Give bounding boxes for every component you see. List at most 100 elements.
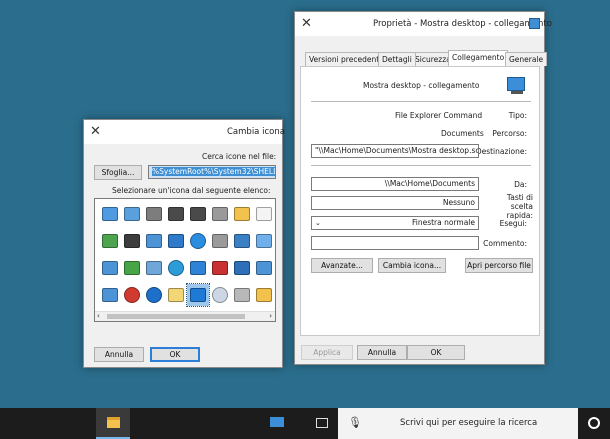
run-select[interactable]: ⌄ Finestra normale xyxy=(311,216,479,230)
cancel-button[interactable]: Annulla xyxy=(357,345,407,360)
delete-drive-icon-glyph xyxy=(212,261,228,275)
advanced-button[interactable]: Avanzate... xyxy=(311,258,373,273)
close-icon[interactable]: ✕ xyxy=(301,17,312,30)
desktop-icon[interactable] xyxy=(186,283,210,307)
folder-icon-glyph xyxy=(256,288,272,302)
globe-icon[interactable] xyxy=(187,230,209,252)
window-icon-glyph xyxy=(256,261,272,275)
arrow-transfer-icon[interactable] xyxy=(121,257,143,279)
shutdown-icon[interactable] xyxy=(121,284,143,306)
blank-file-icon[interactable] xyxy=(253,203,275,225)
scroll-right-icon[interactable]: › xyxy=(269,312,272,320)
printer-icon[interactable] xyxy=(143,203,165,225)
pinned-app-button[interactable] xyxy=(262,408,292,439)
monitor-settings-icon[interactable] xyxy=(121,203,143,225)
apply-button[interactable]: Applica xyxy=(301,345,353,360)
task-view-button[interactable] xyxy=(308,408,336,439)
shortcut-key-field[interactable]: Nessuno xyxy=(311,196,479,210)
window-icon-glyph xyxy=(146,234,162,248)
open-location-button[interactable]: Apri percorso file xyxy=(465,258,533,273)
dialog-window-icon[interactable] xyxy=(253,230,275,252)
dialog-window-icon-glyph xyxy=(256,234,272,248)
app-window-icon[interactable] xyxy=(165,230,187,252)
comment-field[interactable] xyxy=(311,236,479,250)
horizontal-scrollbar[interactable]: ‹ › xyxy=(95,311,275,321)
clock-icon-glyph xyxy=(212,287,228,303)
start-in-field[interactable]: \\Mac\Home\Documents xyxy=(311,177,479,191)
delete-drive-icon[interactable] xyxy=(209,257,231,279)
ok-button[interactable]: OK xyxy=(407,345,465,360)
run-label: Esegui: xyxy=(499,219,527,228)
chip-icon[interactable] xyxy=(165,203,187,225)
ball-icon[interactable] xyxy=(165,257,187,279)
browse-button[interactable]: Sfoglia... xyxy=(94,165,142,180)
tab-generale[interactable]: Generale xyxy=(505,52,548,66)
microphone-icon[interactable]: 🎙︎ xyxy=(348,416,362,429)
ok-button[interactable]: OK xyxy=(150,347,200,362)
search-icon[interactable] xyxy=(143,257,165,279)
network-icon[interactable] xyxy=(187,257,209,279)
shutdown-icon-glyph xyxy=(124,287,140,303)
monitor-settings-icon-glyph xyxy=(124,207,140,221)
chevron-down-icon: ⌄ xyxy=(315,219,321,227)
drive-icon-glyph xyxy=(212,207,228,221)
blank-file-icon-glyph xyxy=(256,207,272,221)
settings-window-icon[interactable] xyxy=(99,203,121,225)
notes-icon[interactable] xyxy=(165,284,187,306)
window-icon[interactable] xyxy=(99,284,121,306)
search-label: Cerca icone nel file: xyxy=(202,152,277,161)
tab-dettagli[interactable]: Dettagli xyxy=(378,52,416,66)
printer-icon-glyph xyxy=(146,207,162,221)
icon-list[interactable]: ‹ › xyxy=(94,198,276,322)
shortcut-key-label: Tasti di scelta rapida: xyxy=(506,193,533,220)
folder-icon xyxy=(107,417,120,428)
clock-icon[interactable] xyxy=(209,284,231,306)
notes-icon-glyph xyxy=(168,288,184,302)
close-icon[interactable]: ✕ xyxy=(90,125,101,138)
chip-icon-glyph xyxy=(168,207,184,221)
globe-icon-glyph xyxy=(190,233,206,249)
window-icon[interactable] xyxy=(99,257,121,279)
file-explorer-taskbar-button[interactable] xyxy=(96,408,130,439)
change-icon-button[interactable]: Cambia icona... xyxy=(378,258,446,273)
desktop-icon xyxy=(507,77,525,91)
window-icon[interactable] xyxy=(143,230,165,252)
tab-collegamento[interactable]: Collegamento xyxy=(448,50,509,67)
location-value: Documents xyxy=(441,129,484,138)
target-field[interactable]: "\\Mac\Home\Documents\Mostra desktop.scf… xyxy=(311,144,479,158)
floppy-icon[interactable] xyxy=(231,257,253,279)
cortana-button[interactable] xyxy=(578,408,610,439)
settings-window-icon-glyph xyxy=(102,207,118,221)
taskbar-search-box[interactable]: 🎙︎ Scrivi qui per eseguire la ricerca xyxy=(338,408,578,439)
dialog-title: Cambia icona xyxy=(227,127,285,137)
start-in-label: Da: xyxy=(514,180,527,189)
icon-file-field[interactable]: %SystemRoot%\System32\SHELL32.dll xyxy=(148,165,276,179)
floppy-icon-glyph xyxy=(234,261,250,275)
pencil-icon[interactable] xyxy=(99,230,121,252)
target-label: Destinazione: xyxy=(475,147,527,156)
drive-icon[interactable] xyxy=(209,203,231,225)
folder-icon[interactable] xyxy=(231,203,253,225)
help-icon[interactable] xyxy=(143,284,165,306)
monitor-icon[interactable] xyxy=(231,230,253,252)
drive-icon[interactable] xyxy=(209,230,231,252)
window-icon[interactable] xyxy=(253,257,275,279)
desktop: { "properties_dialog": { "title": "Propr… xyxy=(0,0,610,439)
optical-drive-icon[interactable] xyxy=(231,284,253,306)
chip-icon[interactable] xyxy=(187,203,209,225)
chip-icon-glyph xyxy=(190,207,206,221)
video-player-icon[interactable] xyxy=(121,230,143,252)
type-value: File Explorer Command xyxy=(395,111,483,120)
cancel-button[interactable]: Annulla xyxy=(94,347,144,362)
scroll-left-icon[interactable]: ‹ xyxy=(97,312,100,320)
dialog-title: Proprietà - Mostra desktop - collegament… xyxy=(373,19,552,29)
network-icon-glyph xyxy=(190,261,206,275)
optical-drive-icon-glyph xyxy=(234,288,250,302)
ball-icon-glyph xyxy=(168,260,184,276)
desktop-icon-stand xyxy=(511,91,523,94)
tab-versioni-precedenti[interactable]: Versioni precedenti xyxy=(305,52,386,66)
change-icon-dialog: ✕ Cambia icona Cerca icone nel file: Sfo… xyxy=(83,119,285,368)
scroll-thumb[interactable] xyxy=(107,314,245,319)
folder-icon[interactable] xyxy=(253,284,275,306)
pencil-icon-glyph xyxy=(102,234,118,248)
